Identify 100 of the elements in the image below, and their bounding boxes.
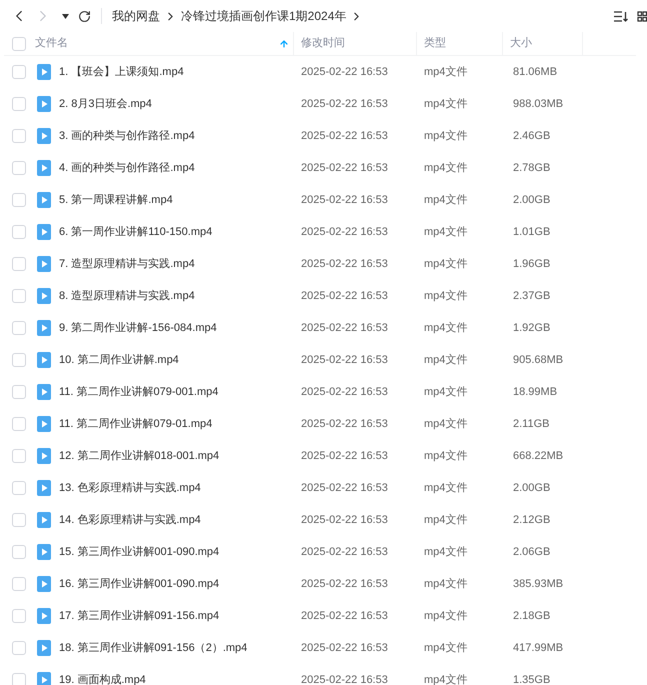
refresh-icon[interactable] — [78, 10, 91, 22]
file-type: mp4文件 — [423, 352, 468, 368]
sort-icon[interactable] — [614, 10, 628, 22]
video-file-icon — [37, 352, 51, 368]
file-name[interactable]: 12. 第二周作业讲解018-001.mp4 — [59, 448, 220, 464]
file-type: mp4文件 — [423, 544, 468, 560]
file-name[interactable]: 15. 第三周作业讲解001-090.mp4 — [59, 544, 220, 560]
file-type: mp4文件 — [423, 384, 468, 400]
file-type: mp4文件 — [423, 96, 468, 112]
file-size: 18.99MB — [512, 384, 558, 400]
checkbox[interactable] — [12, 161, 26, 175]
grid-view-icon[interactable] — [637, 10, 647, 22]
file-type: mp4文件 — [423, 448, 468, 464]
file-size: 1.92GB — [512, 320, 552, 336]
file-type: mp4文件 — [423, 672, 468, 685]
breadcrumb-link[interactable]: 冷锋过境插画创作课1期2024年 — [181, 7, 346, 25]
checkbox[interactable] — [12, 577, 26, 591]
file-type: mp4文件 — [423, 320, 468, 336]
file-name[interactable]: 7. 造型原理精讲与实践.mp4 — [59, 256, 195, 272]
modified-time: 2025-02-22 16:53 — [300, 128, 389, 144]
modified-time: 2025-02-22 16:53 — [300, 224, 389, 240]
checkbox[interactable] — [12, 481, 26, 495]
checkbox[interactable] — [12, 609, 26, 623]
modified-time: 2025-02-22 16:53 — [300, 352, 389, 368]
checkbox[interactable] — [12, 545, 26, 559]
checkbox[interactable] — [12, 513, 26, 527]
checkbox[interactable] — [12, 225, 26, 239]
file-name[interactable]: 14. 色彩原理精讲与实践.mp4 — [59, 512, 201, 528]
file-size: 2.12GB — [512, 512, 552, 528]
file-size: 2.00GB — [512, 480, 552, 496]
file-size: 2.00GB — [512, 192, 552, 208]
video-file-icon — [37, 224, 51, 240]
modified-time: 2025-02-22 16:53 — [300, 64, 389, 80]
file-name[interactable]: 5. 第一周课程讲解.mp4 — [59, 192, 173, 208]
file-name[interactable]: 3. 画的种类与创作路径.mp4 — [59, 128, 195, 144]
file-type: mp4文件 — [423, 640, 468, 656]
checkbox[interactable] — [12, 97, 26, 111]
checkbox[interactable] — [12, 65, 26, 79]
file-type: mp4文件 — [423, 576, 468, 592]
file-size: 1.96GB — [512, 256, 552, 272]
file-type: mp4文件 — [423, 192, 468, 208]
modified-time: 2025-02-22 16:53 — [300, 576, 389, 592]
file-name[interactable]: 19. 画面构成.mp4 — [59, 672, 146, 685]
file-type: mp4文件 — [423, 64, 468, 80]
video-file-icon — [37, 512, 51, 528]
modified-time: 2025-02-22 16:53 — [300, 448, 389, 464]
checkbox[interactable] — [12, 385, 26, 399]
file-type: mp4文件 — [423, 128, 468, 144]
file-type: mp4文件 — [423, 512, 468, 528]
video-file-icon — [37, 96, 51, 112]
caret-icon[interactable] — [62, 14, 69, 18]
file-name[interactable]: 9. 第二周作业讲解-156-084.mp4 — [59, 320, 217, 336]
video-file-icon — [37, 576, 51, 592]
video-file-icon — [37, 320, 51, 336]
checkbox[interactable] — [12, 193, 26, 207]
file-name[interactable]: 1. 【班会】上课须知.mp4 — [59, 64, 184, 80]
file-name[interactable]: 18. 第三周作业讲解091-156（2）.mp4 — [59, 640, 248, 656]
file-size: 1.01GB — [512, 224, 552, 240]
video-file-icon — [37, 160, 51, 176]
modified-time: 2025-02-22 16:53 — [300, 320, 389, 336]
modified-time: 2025-02-22 16:53 — [300, 96, 389, 112]
checkbox[interactable] — [12, 673, 26, 685]
checkbox[interactable] — [12, 36, 26, 50]
video-file-icon — [37, 288, 51, 304]
checkbox[interactable] — [12, 353, 26, 367]
checkbox[interactable] — [12, 289, 26, 303]
file-name[interactable]: 16. 第三周作业讲解001-090.mp4 — [59, 576, 220, 592]
checkbox[interactable] — [12, 417, 26, 431]
video-file-icon — [37, 448, 51, 464]
breadcrumb-link[interactable]: 我的网盘 — [112, 7, 160, 25]
file-size: 2.06GB — [512, 544, 552, 560]
file-name[interactable]: 11. 第二周作业讲解079-01.mp4 — [59, 416, 212, 432]
video-file-icon — [37, 256, 51, 272]
modified-time: 2025-02-22 16:53 — [300, 192, 389, 208]
file-type: mp4文件 — [423, 416, 468, 432]
file-name[interactable]: 10. 第二周作业讲解.mp4 — [59, 352, 179, 368]
file-size: 2.37GB — [512, 288, 552, 304]
video-file-icon — [37, 640, 51, 656]
modified-time: 2025-02-22 16:53 — [300, 160, 389, 176]
file-name[interactable]: 11. 第二周作业讲解079-001.mp4 — [59, 384, 218, 400]
sort-ascending-icon — [279, 38, 289, 48]
checkbox[interactable] — [12, 641, 26, 655]
file-size: 905.68MB — [512, 352, 564, 368]
modified-time: 2025-02-22 16:53 — [300, 512, 389, 528]
file-name[interactable]: 6. 第一周作业讲解110-150.mp4 — [59, 224, 212, 240]
file-name[interactable]: 8. 造型原理精讲与实践.mp4 — [59, 288, 195, 304]
file-type: mp4文件 — [423, 480, 468, 496]
checkbox[interactable] — [12, 129, 26, 143]
video-file-icon — [37, 192, 51, 208]
checkbox[interactable] — [12, 257, 26, 271]
file-name[interactable]: 2. 8月3日班会.mp4 — [59, 96, 152, 112]
video-file-icon — [37, 416, 51, 432]
checkbox[interactable] — [12, 321, 26, 335]
video-file-icon — [37, 608, 51, 624]
file-name[interactable]: 13. 色彩原理精讲与实践.mp4 — [59, 480, 201, 496]
file-name[interactable]: 4. 画的种类与创作路径.mp4 — [59, 160, 195, 176]
file-name[interactable]: 17. 第三周作业讲解091-156.mp4 — [59, 608, 220, 624]
modified-time: 2025-02-22 16:53 — [300, 608, 389, 624]
checkbox[interactable] — [12, 449, 26, 463]
file-type: mp4文件 — [423, 224, 468, 240]
